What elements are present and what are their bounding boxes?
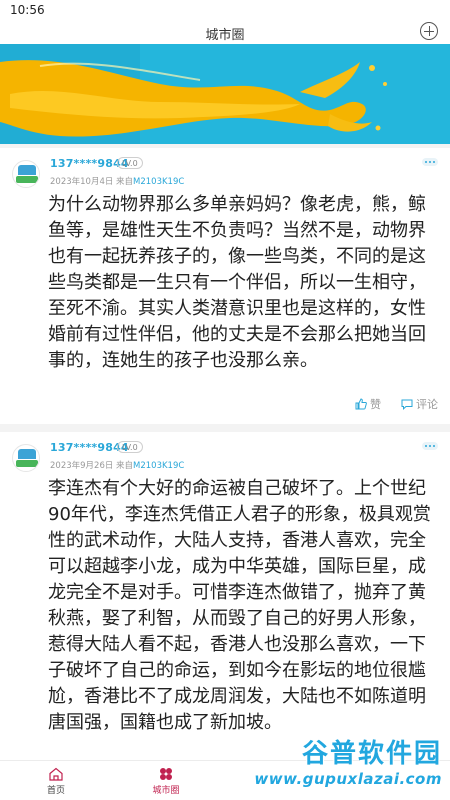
avatar[interactable] [12,160,40,188]
nav-city-circle[interactable]: 城市圈 [126,767,206,796]
user-level-badge: LV.0 [117,157,143,169]
source-device: M2103K19C [133,177,185,187]
user-level-badge: LV.0 [117,441,143,453]
avatar[interactable] [12,444,40,472]
status-time: 10:56 [10,3,45,17]
nav-city-circle-label: 城市圈 [152,786,180,796]
page-title: 城市圈 [205,28,245,43]
post-content[interactable]: 李连杰有个大好的命运被自己破坏了。上个世纪90年代，李连杰凭借正人君子的形象，极… [48,476,440,736]
nav-home[interactable]: 首页 [16,767,96,796]
source-device: M2103K19C [133,461,185,471]
post-source: 来自M2103K19C [116,175,184,187]
home-icon [49,767,63,781]
add-post-icon[interactable] [420,22,438,40]
post-date: 2023年10月4日 [50,177,114,187]
watermark-title: 谷普软件园 [301,739,442,769]
comment-button[interactable]: 评论 [401,396,438,412]
comment-label: 评论 [416,398,438,411]
thumbs-up-icon [355,398,367,410]
post-actions: 赞 评论 [355,396,438,412]
source-label: 来自 [116,461,134,471]
like-button[interactable]: 赞 [355,396,381,412]
post-date: 2023年9月26日 [50,461,114,471]
post-content[interactable]: 为什么动物界那么多单亲妈妈？像老虎，熊，鲸鱼等，是雄性天生不负责吗？当然不是，动… [48,192,440,374]
city-circle-icon [160,768,172,780]
watermark: 谷普软件园 www.gupuxlazai.com [254,733,442,788]
post-card[interactable]: 137****9844 LV.0 2023年10月4日 来自M2103K19C … [0,148,450,424]
more-options-icon[interactable] [422,442,438,450]
avatar-logo-bottom [16,460,38,467]
banner-splash-graphic [0,44,450,144]
avatar-logo-top [18,165,36,175]
avatar-logo-top [18,449,36,459]
more-options-icon[interactable] [422,158,438,166]
watermark-url: www.gupuxlazai.com [254,770,442,788]
comment-icon [401,399,413,410]
like-label: 赞 [370,398,381,411]
avatar-logo-bottom [16,176,38,183]
post-source: 来自M2103K19C [116,459,184,471]
source-label: 来自 [116,177,134,187]
nav-home-label: 首页 [46,786,65,796]
banner-image[interactable] [0,44,450,144]
top-app-bar: 城市圈 [0,20,450,44]
post-card[interactable]: 137****9844 LV.0 2023年9月26日 来自M2103K19C … [0,432,450,760]
status-bar: 10:56 [0,0,450,20]
